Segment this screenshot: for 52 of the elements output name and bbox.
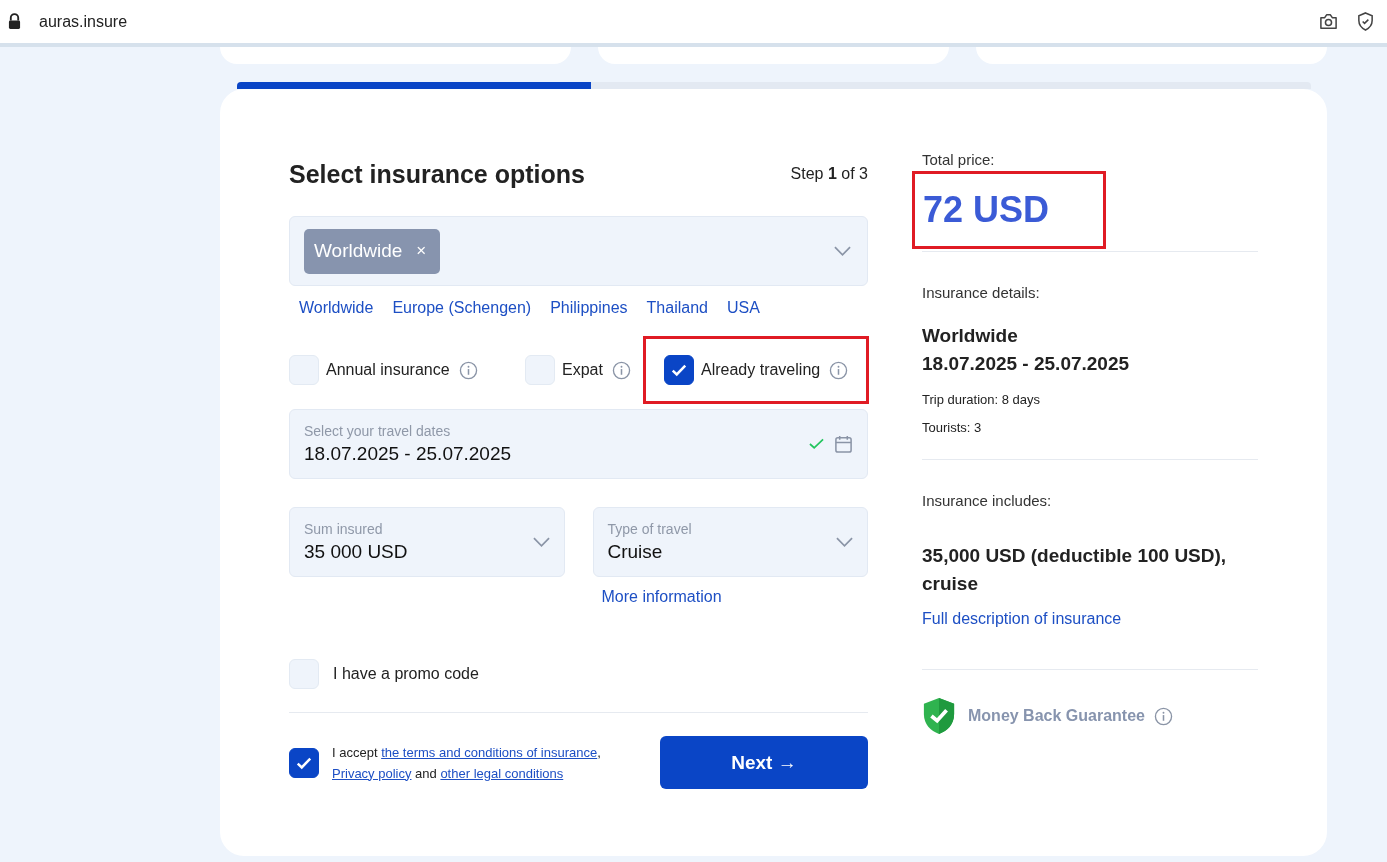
info-icon[interactable] bbox=[1153, 706, 1173, 726]
destination-text: Worldwide bbox=[922, 324, 1019, 348]
info-icon[interactable] bbox=[829, 360, 849, 380]
terms-link[interactable]: other legal conditions bbox=[440, 765, 564, 781]
tourists-text: Tourists: 3 bbox=[922, 420, 983, 435]
duration-text: Trip duration: 8 days bbox=[922, 392, 1042, 407]
field-label: Select your travel dates bbox=[304, 423, 452, 439]
info-icon[interactable] bbox=[458, 360, 478, 380]
region-link[interactable]: USA bbox=[726, 299, 760, 317]
chevron-down-icon bbox=[836, 537, 853, 547]
shield-icon[interactable] bbox=[1356, 12, 1375, 31]
region-link[interactable]: Thailand bbox=[646, 299, 708, 317]
price-label: Total price: bbox=[922, 151, 996, 168]
promo-label: I have a promo code bbox=[333, 665, 479, 683]
calendar-icon[interactable] bbox=[834, 434, 853, 454]
shield-check-icon bbox=[922, 696, 956, 736]
option-label: Annual insurance bbox=[326, 361, 450, 379]
guarantee-text: Money Back Guarantee bbox=[968, 707, 1145, 725]
includes-label: Insurance includes: bbox=[922, 492, 1053, 509]
chevron-down-icon bbox=[532, 537, 550, 547]
form-title: Select insurance options bbox=[289, 159, 585, 189]
url-text[interactable]: auras.insure bbox=[39, 12, 128, 31]
info-icon[interactable] bbox=[611, 360, 631, 380]
region-link[interactable]: Europe (Schengen) bbox=[392, 299, 532, 317]
travel-type-select[interactable]: Type of travel Cruise bbox=[592, 507, 868, 577]
field-value: 18.07.2025 - 25.07.2025 bbox=[304, 443, 513, 465]
total-price: 72 USD bbox=[923, 189, 1050, 231]
includes-text: 35,000 USD (deductible 100 USD), cruise bbox=[922, 544, 1228, 596]
next-button[interactable]: Next → bbox=[660, 736, 868, 789]
field-label: Sum insured bbox=[304, 521, 384, 537]
checkbox[interactable] bbox=[664, 355, 694, 385]
field-value: 35 000 USD bbox=[304, 541, 409, 563]
field-label: Type of travel bbox=[607, 521, 693, 537]
option-label: Expat bbox=[562, 361, 603, 379]
tag-label: Worldwide bbox=[314, 240, 403, 262]
camera-icon[interactable] bbox=[1319, 12, 1338, 31]
region-link[interactable]: Philippines bbox=[550, 299, 628, 317]
more-information-link[interactable]: More information bbox=[592, 588, 868, 606]
description-link[interactable]: Full description of insurance bbox=[922, 610, 1258, 628]
terms-link[interactable]: Privacy policy bbox=[332, 765, 412, 781]
lock-icon bbox=[8, 13, 21, 30]
step-indicator: Step 1 of 3 bbox=[790, 165, 868, 183]
region-link[interactable]: Worldwide bbox=[299, 299, 374, 317]
checkbox[interactable] bbox=[289, 747, 319, 778]
option-label: Already traveling bbox=[701, 361, 821, 379]
terms-text: I accept the terms and conditions of insurance, Privacy policy and other legal conditions bbox=[332, 743, 602, 783]
date-field[interactable]: Select your travel dates 18.07.2025 - 25.07.2025 bbox=[289, 409, 868, 479]
field-value: Cruise bbox=[607, 541, 664, 563]
details-label: Insurance details: bbox=[922, 284, 1041, 301]
chevron-down-icon bbox=[834, 246, 851, 256]
sum-insured-select[interactable]: Sum insured 35 000 USD bbox=[289, 507, 565, 577]
dates-text: 18.07.2025 - 25.07.2025 bbox=[922, 352, 1131, 376]
